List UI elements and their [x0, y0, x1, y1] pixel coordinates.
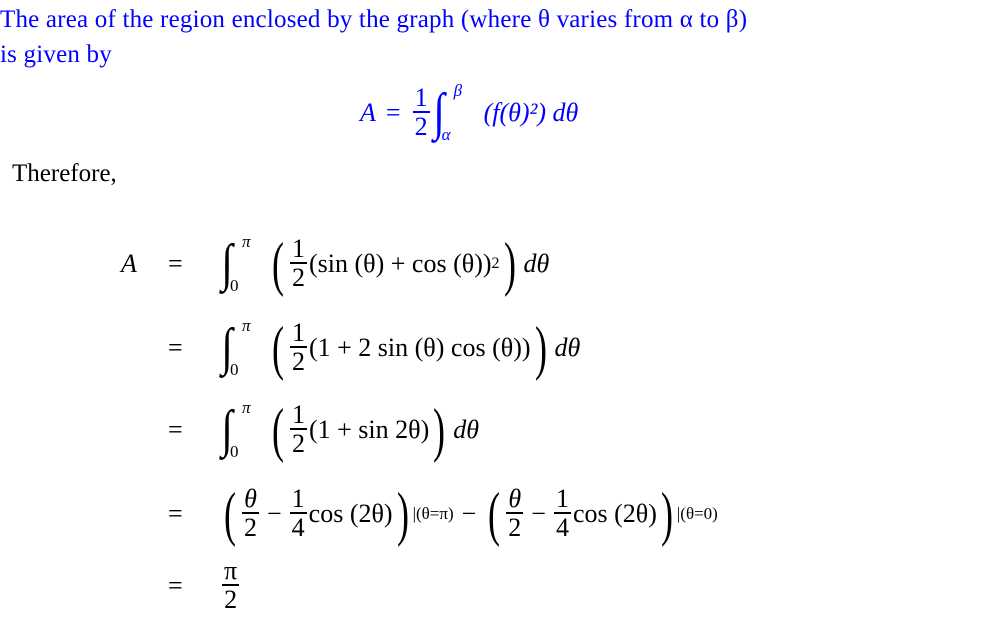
frac-denominator: 2 — [414, 112, 428, 142]
minus-sign: − — [531, 499, 546, 528]
intro-line-1: The area of the region enclosed by the g… — [0, 6, 748, 33]
frac-numerator: θ — [242, 484, 259, 515]
row-rhs: ∫ π 0 ( 12 (sin (θ) + cos (θ)) 2 ) dθ — [221, 231, 550, 297]
formula-lhs: A — [360, 98, 376, 127]
row-body: (1 + sin 2θ) — [308, 415, 430, 444]
row-rhs: π2 — [220, 557, 241, 615]
row-body: (sin (θ) + cos (θ)) — [308, 249, 492, 278]
integral-upper: π — [242, 232, 251, 251]
row-eq: = — [168, 249, 183, 278]
integral-lower: 0 — [230, 360, 239, 379]
formula-integrand: (f(θ)²) dθ — [483, 98, 579, 127]
cos-term: cos (2θ) — [308, 499, 393, 528]
row-eq: = — [168, 333, 183, 362]
integral-sign: ∫ π 0 — [221, 232, 251, 295]
row-differential: dθ — [554, 333, 581, 362]
integral-upper: β — [453, 81, 463, 100]
row-lhs: A — [121, 249, 137, 278]
cos-term: cos (2θ) — [572, 499, 657, 528]
result-fraction: π2 — [222, 556, 240, 615]
row-differential: dθ — [453, 415, 480, 444]
frac-numerator: 1 — [289, 318, 307, 349]
row-power: 2 — [491, 255, 500, 272]
frac-denominator: 4 — [291, 513, 305, 543]
row-rhs: ∫ π 0 ( 12 (1 + sin 2θ) ) dθ — [221, 397, 480, 463]
integral-sign: ∫ π 0 — [221, 316, 251, 379]
half-fraction: 12 — [289, 400, 307, 459]
half-fraction: 12 — [289, 318, 307, 377]
intro-text: The area of the region enclosed by the g… — [0, 2, 993, 72]
quarter-fraction: 14 — [553, 484, 571, 543]
frac-denominator: 2 — [291, 429, 305, 459]
row-body: (1 + 2 sin (θ) cos (θ)) — [308, 333, 531, 362]
frac-denominator: 4 — [555, 513, 569, 543]
formula-eq: = — [385, 98, 401, 127]
frac-numerator: 1 — [289, 484, 307, 515]
therefore-label: Therefore, — [12, 160, 117, 187]
frac-numerator: 1 — [289, 400, 307, 431]
formula-fraction: 1 2 — [412, 83, 430, 142]
integral-lower: 0 — [230, 276, 239, 295]
frac-denominator: 2 — [291, 347, 305, 377]
row-eq: = — [168, 415, 183, 444]
area-formula: A = 1 2 ∫ β α (f(θ)²) dθ — [360, 78, 578, 148]
frac-numerator: 1 — [289, 234, 307, 265]
row-eq: = — [168, 499, 183, 528]
intro-line-2: is given by — [0, 41, 112, 68]
eval-lower: |(θ=0) — [676, 504, 718, 523]
frac-numerator: θ — [506, 484, 524, 515]
integral-sign: ∫ β α — [432, 81, 463, 144]
frac-numerator: 1 — [412, 83, 430, 114]
integral-lower: α — [441, 125, 451, 144]
half-fraction: 12 — [289, 234, 307, 293]
frac-denominator: 2 — [291, 263, 305, 293]
frac-denominator: 2 — [508, 513, 522, 543]
frac-denominator: 2 — [243, 513, 257, 543]
integral-lower: 0 — [230, 442, 239, 461]
eval-upper: |(θ=π) — [412, 504, 454, 523]
row-rhs: ∫ π 0 ( 12 (1 + 2 sin (θ) cos (θ)) ) dθ — [221, 315, 581, 381]
integral-upper: π — [242, 316, 251, 335]
integral-upper: π — [242, 398, 251, 417]
theta-half-fraction: θ2 — [242, 485, 259, 543]
row-rhs: ( θ2 − 14 cos (2θ) ) |(θ=π) − ( θ2 − 14 … — [223, 481, 718, 547]
frac-numerator: 1 — [553, 484, 571, 515]
integral-sign: ∫ π 0 — [221, 398, 251, 461]
minus-sign: − — [266, 499, 282, 528]
row-eq: = — [168, 571, 183, 600]
theta-half-fraction: θ2 — [506, 484, 524, 543]
minus-sign: − — [461, 499, 477, 528]
frac-denominator: 2 — [224, 585, 238, 615]
quarter-fraction: 14 — [289, 484, 307, 543]
frac-numerator: π — [222, 556, 240, 587]
row-differential: dθ — [523, 249, 550, 278]
